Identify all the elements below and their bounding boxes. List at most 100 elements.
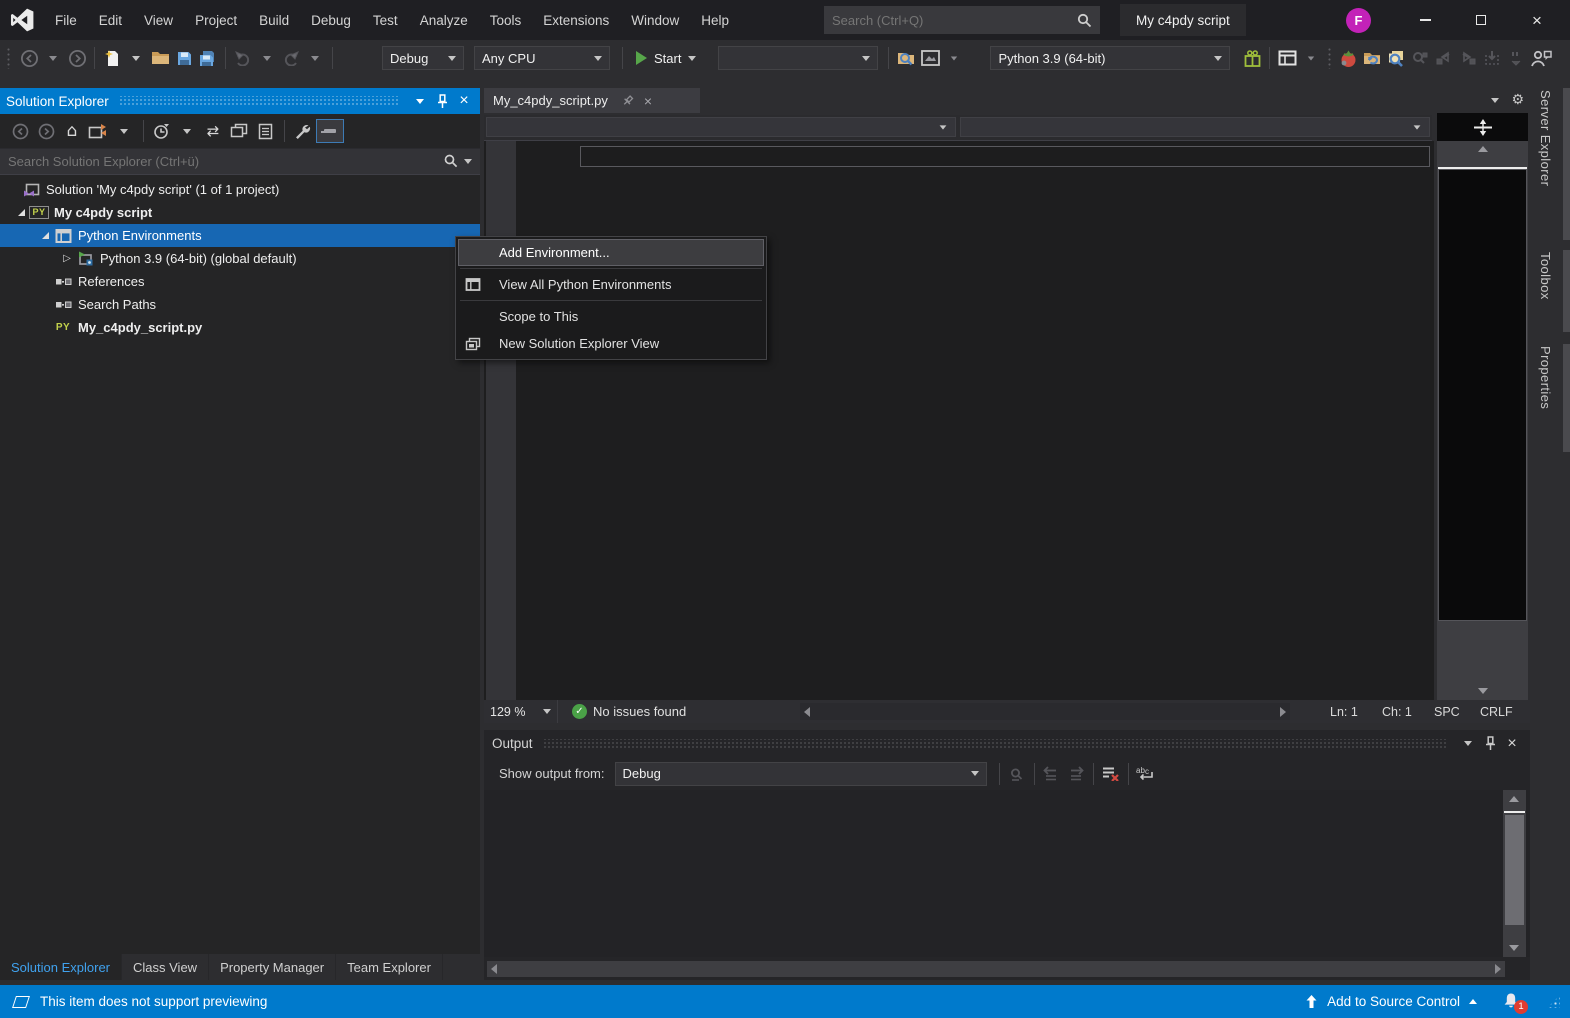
menu-extensions[interactable]: Extensions [532,9,620,32]
save-all-button[interactable] [196,45,220,71]
save-button[interactable] [172,45,196,71]
output-source-dropdown[interactable]: Debug [615,762,987,786]
se-home-button[interactable]: ⌂ [60,118,84,144]
window-layout-button[interactable] [1275,45,1299,71]
pin-icon[interactable] [432,92,452,110]
window-position-dropdown[interactable] [410,92,430,110]
undo-dropdown[interactable] [255,45,279,71]
tomato-extension-button[interactable] [1336,45,1360,71]
next-message-disabled-button[interactable] [1064,761,1088,787]
quick-launch-search-input[interactable] [832,13,1077,28]
output-text-area[interactable] [484,790,1530,957]
tab-class-view[interactable]: Class View [122,954,209,980]
new-file-button[interactable] [100,45,124,71]
navigate-back-dropdown[interactable] [41,45,65,71]
collapsed-icon[interactable]: ▷ [63,254,71,264]
quick-launch-search[interactable] [824,6,1100,34]
scroll-left-icon[interactable] [804,707,810,717]
output-horizontal-scrollbar[interactable] [487,961,1505,977]
menu-view[interactable]: View [133,9,184,32]
se-back-button[interactable] [8,118,32,144]
send-feedback-button[interactable] [1528,45,1554,71]
find-in-files-button[interactable] [894,45,918,71]
menu-item-new-solution-explorer-view[interactable]: New Solution Explorer View [458,330,764,357]
scroll-up-icon[interactable] [1437,146,1528,152]
nav-members-dropdown[interactable] [960,117,1430,137]
menu-project[interactable]: Project [184,9,248,32]
menu-item-scope-to-this[interactable]: Scope to This [458,303,764,330]
close-panel-icon[interactable]: × [1502,735,1522,753]
pending-changes-filter-button[interactable] [149,118,173,144]
tree-row-search-paths[interactable]: Search Paths [0,293,480,316]
find-message-disabled-button[interactable] [1005,761,1029,787]
output-vertical-scrollbar[interactable] [1503,790,1526,957]
expanded-icon[interactable] [42,232,49,239]
window-position-dropdown[interactable] [1458,735,1478,753]
startup-item-dropdown[interactable] [718,46,878,70]
editor-horizontal-scrollbar[interactable] [800,703,1290,720]
check-in-disabled-button[interactable] [1480,45,1504,71]
menu-item-add-environment[interactable]: Add Environment... [458,239,764,266]
active-files-dropdown[interactable] [1491,98,1499,103]
add-to-source-control-button[interactable]: Add to Source Control [1327,994,1460,1009]
scrollbar-document-map[interactable] [1438,169,1527,621]
scroll-down-icon[interactable] [1509,945,1519,951]
close-button[interactable]: × [1514,0,1560,40]
start-debugging-button[interactable]: Start [634,45,698,71]
solution-search-box[interactable] [0,149,480,174]
notifications-button[interactable]: 1 [1502,992,1524,1012]
toolbar-drag-grip[interactable] [6,47,11,69]
tree-row-solution[interactable]: Solution 'My c4pdy script' (1 of 1 proje… [0,178,480,201]
tab-team-explorer[interactable]: Team Explorer [336,954,443,980]
python-environment-dropdown[interactable]: Python 3.9 (64-bit) [990,46,1230,70]
menu-item-view-all-python-environments[interactable]: View All Python Environments [458,271,764,298]
solution-search-input[interactable] [8,154,444,169]
navigate-left-disabled-button[interactable] [1432,45,1456,71]
scroll-up-icon[interactable] [1509,796,1519,802]
undo-button[interactable] [231,45,255,71]
open-file-button[interactable] [148,45,172,71]
nav-types-dropdown[interactable] [486,117,956,137]
window-layout-dropdown[interactable] [1299,45,1323,71]
redo-dropdown[interactable] [303,45,327,71]
tab-server-explorer[interactable]: Server Explorer [1538,90,1553,186]
editor-vertical-scrollbar[interactable] [1437,141,1528,700]
scroll-down-icon[interactable] [1437,688,1528,694]
column-indicator[interactable]: Ch: 1 [1382,705,1434,719]
se-forward-button[interactable] [34,118,58,144]
tab-toolbox[interactable]: Toolbox [1538,252,1553,300]
tree-row-python-39[interactable]: ▷ Python 3.9 (64-bit) (global default) [0,247,480,270]
line-ending-indicator[interactable]: CRLF [1480,705,1520,719]
image-tool-button[interactable] [918,45,942,71]
scroll-right-icon[interactable] [1280,707,1286,717]
tree-row-references[interactable]: References [0,270,480,293]
copy-view-button[interactable] [253,118,277,144]
tab-property-manager[interactable]: Property Manager [209,954,336,980]
tree-row-script-file[interactable]: PY My_c4pdy_script.py [0,316,480,339]
close-panel-icon[interactable]: × [454,92,474,110]
solution-configurations-dropdown[interactable]: Debug [382,46,464,70]
source-control-up-caret[interactable] [1469,999,1477,1004]
navigate-forward-button[interactable] [65,45,89,71]
tree-row-project[interactable]: PY My c4pdy script [0,201,480,224]
solution-explorer-header[interactable]: Solution Explorer × [0,88,480,114]
tab-close-icon[interactable]: × [644,93,652,109]
solution-platforms-dropdown[interactable]: Any CPU [474,46,610,70]
find-symbol-button[interactable] [1384,45,1408,71]
compare-disabled-dropdown[interactable] [1504,45,1528,71]
clear-all-output-button[interactable] [1099,761,1123,787]
editor-zoom-dropdown[interactable]: 129 % [484,700,558,723]
code-editor[interactable] [484,141,1434,700]
editor-options-gear-icon[interactable]: ⚙ [1511,92,1524,108]
editor-split-handle[interactable] [1437,113,1528,141]
menu-test[interactable]: Test [362,9,409,32]
resize-grip[interactable] [1547,995,1560,1008]
quick-find-disabled-button[interactable] [1408,45,1432,71]
menu-file[interactable]: File [44,9,88,32]
scroll-left-icon[interactable] [491,964,497,974]
menu-window[interactable]: Window [620,9,690,32]
tab-pin-icon[interactable] [622,95,634,107]
properties-button[interactable] [290,118,314,144]
new-file-dropdown[interactable] [124,45,148,71]
image-tool-dropdown[interactable] [942,45,966,71]
